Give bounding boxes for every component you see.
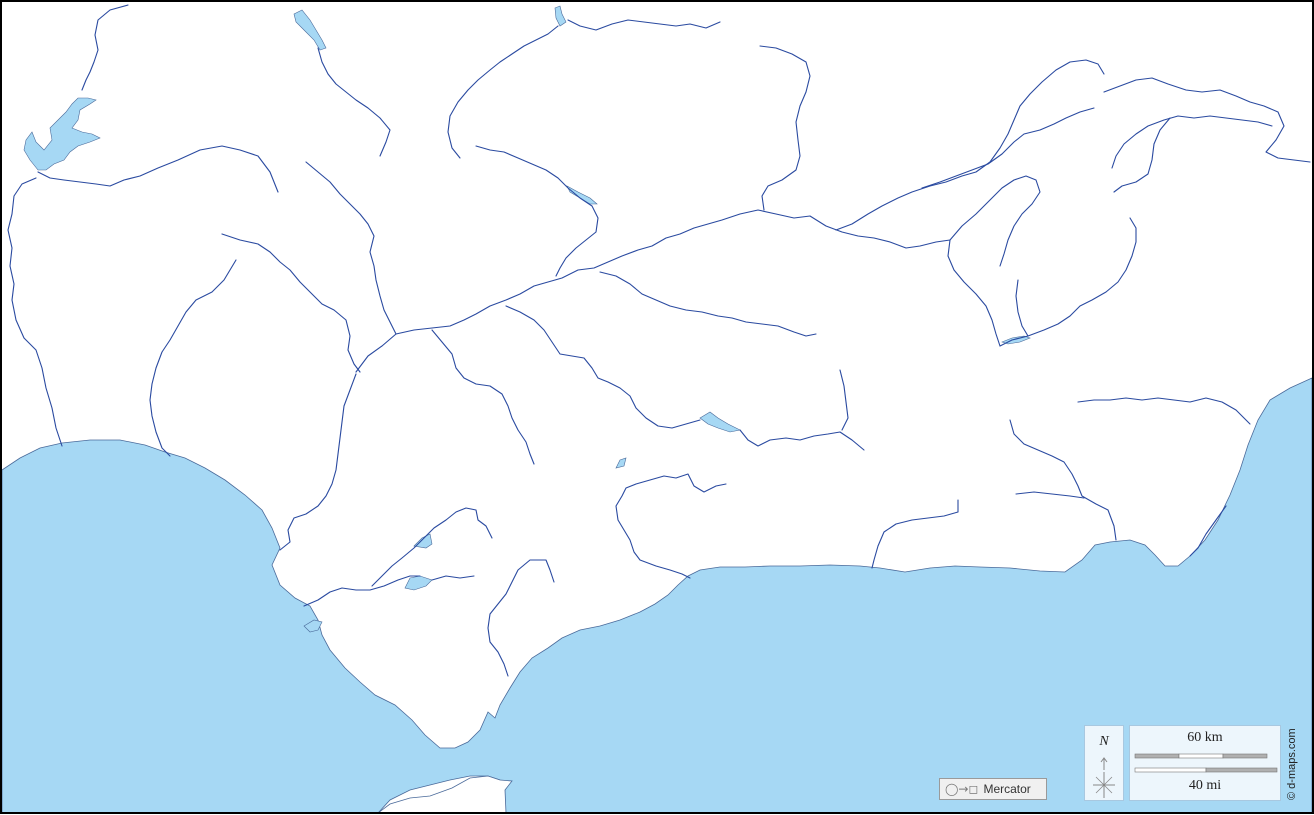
river-path — [567, 19, 721, 31]
reservoir-small — [615, 457, 627, 469]
river-path — [431, 329, 535, 465]
river-path — [615, 473, 727, 579]
scale-bar-box: 60 km 40 mi — [1129, 725, 1281, 801]
river-path — [279, 373, 357, 551]
river-path — [149, 259, 237, 457]
river-path — [505, 305, 701, 429]
river-path — [949, 175, 1041, 267]
river-path — [1009, 419, 1117, 541]
river-path — [475, 145, 599, 277]
river-path — [1113, 117, 1171, 193]
reservoir-southwest-2 — [404, 575, 433, 591]
reservoir-center-north — [566, 185, 598, 205]
north-arrow-box: N — [1084, 725, 1124, 801]
river-path — [1103, 77, 1311, 163]
credit-text: © d-maps.com — [1286, 728, 1298, 800]
river-path — [1015, 279, 1029, 337]
river-path — [303, 575, 421, 607]
reservoir-center — [699, 411, 741, 433]
projection-label: Mercator — [983, 782, 1031, 796]
river-path — [37, 145, 279, 193]
map-canvas — [0, 0, 1314, 814]
north-label: N — [1099, 734, 1109, 749]
river-path — [81, 4, 129, 91]
scale-mi-label: 40 mi — [1188, 778, 1222, 793]
river-path — [871, 499, 959, 569]
river-path — [739, 429, 865, 451]
river-path — [221, 233, 361, 373]
projection-icon: ◯→◻ — [945, 782, 979, 796]
river-path — [835, 59, 1105, 231]
river-path — [759, 45, 811, 211]
river-path — [921, 107, 1095, 189]
river-path — [947, 239, 1001, 347]
river-path — [599, 271, 817, 337]
river-path — [999, 217, 1137, 347]
river-path — [1015, 491, 1085, 499]
river-path — [7, 177, 63, 447]
compass-icon — [1093, 757, 1115, 798]
river-path — [447, 25, 559, 159]
reservoir-north — [293, 9, 327, 51]
river-path — [1111, 115, 1273, 169]
scale-km-label: 60 km — [1187, 730, 1223, 745]
river-path — [839, 369, 849, 431]
river-path — [305, 161, 397, 335]
river-path — [355, 209, 951, 373]
river-path — [1077, 397, 1251, 425]
projection-badge: ◯→◻ Mercator — [939, 778, 1047, 800]
reservoir-northwest — [23, 97, 101, 171]
scale-bar — [1134, 753, 1278, 773]
map-frame — [0, 0, 1314, 815]
reservoir-north-2 — [554, 5, 567, 27]
river-path — [371, 507, 493, 587]
river-path — [317, 47, 391, 157]
river-path — [431, 575, 475, 581]
